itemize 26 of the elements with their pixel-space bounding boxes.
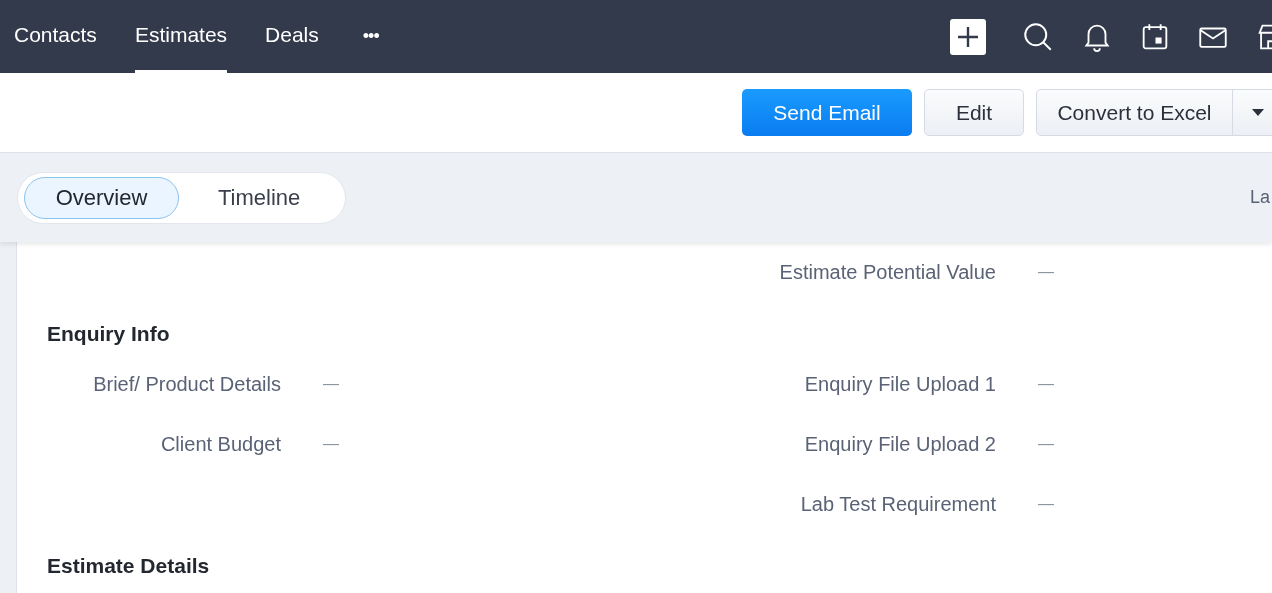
field-label: Enquiry File Upload 1 [803,372,996,397]
view-tab[interactable]: Overview [24,176,179,219]
section-title: Enquiry Info [46,321,171,348]
field-value: — [1038,434,1054,454]
plus-icon [956,24,980,49]
field-label: Enquiry File Upload 2 [803,432,996,457]
field-label: Client Budget [159,432,281,457]
field-value: — [1038,494,1054,514]
section-title: Estimate Details [46,553,211,580]
field-label: Brief/ Product Details [92,372,281,397]
nav-tab[interactable]: Estimates [134,0,228,73]
edit-button[interactable]: Edit [924,89,1024,136]
caret-icon [1252,109,1264,116]
add-button[interactable] [950,18,986,55]
field-label: Lab Test Requirement [799,492,996,517]
field-label: Estimate Potential Value [778,260,996,285]
nav-tab[interactable]: Deals [265,0,319,73]
convert-to-excel-button[interactable]: Convert to Excel [1037,90,1233,135]
more-button[interactable]: ••• [362,0,379,73]
field-value: — [323,434,339,454]
field-value: — [1038,262,1054,282]
field-value: — [1038,374,1054,394]
field-value: — [323,374,339,394]
nav-tab[interactable]: Contacts [14,0,97,73]
last-modified-text: La [1249,186,1270,209]
view-tab[interactable]: Timeline [189,176,330,219]
